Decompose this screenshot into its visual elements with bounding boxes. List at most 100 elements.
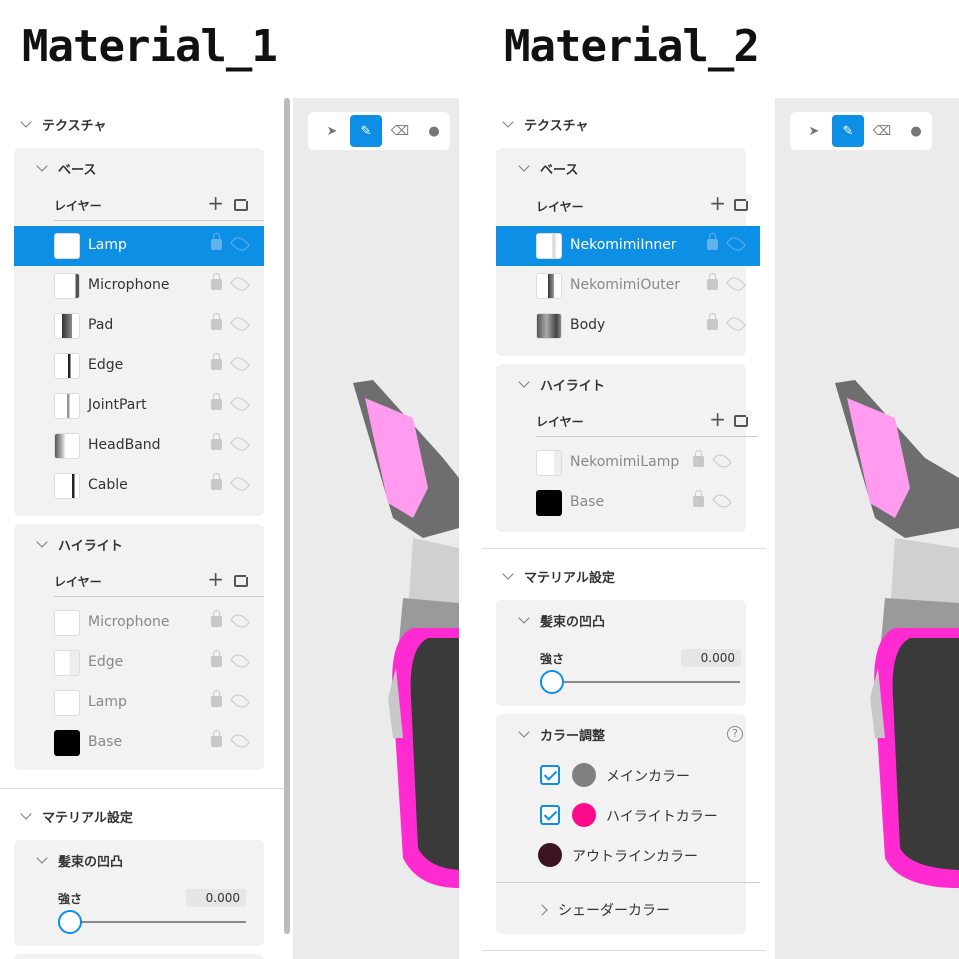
chevron-right-icon: [536, 904, 548, 916]
layer-row[interactable]: Edge: [14, 643, 264, 683]
strength-label: 強さ: [58, 892, 83, 906]
lock-icon[interactable]: [707, 233, 718, 250]
chevron-icon: [20, 116, 32, 128]
layer-row[interactable]: Edge: [14, 346, 264, 386]
strength-slider[interactable]: [58, 921, 246, 923]
highlight-color-checkbox[interactable]: [540, 805, 560, 825]
eye-off-icon[interactable]: [726, 274, 746, 294]
highlight-header[interactable]: ハイライト: [14, 524, 123, 564]
main-color-label: メインカラー: [606, 769, 690, 785]
slider-knob[interactable]: [540, 670, 564, 694]
shader-color-row[interactable]: シェーダーカラー: [536, 900, 670, 920]
chevron-icon: [518, 376, 530, 388]
layer-thumbnail: [536, 450, 562, 476]
lock-icon[interactable]: [211, 433, 222, 450]
layer-row[interactable]: Lamp: [14, 226, 264, 266]
lock-icon[interactable]: [211, 393, 222, 410]
layer-row[interactable]: Microphone: [14, 603, 264, 643]
eye-off-icon[interactable]: [726, 234, 746, 254]
hair-bump-card: 髪束の凹凸 強さ 0.000: [496, 600, 746, 706]
eye-off-icon[interactable]: [712, 491, 732, 511]
layer-thumbnail: [54, 690, 80, 716]
main-color-checkbox[interactable]: [540, 765, 560, 785]
eye-off-icon[interactable]: [230, 611, 250, 631]
help-icon[interactable]: ?: [727, 726, 743, 742]
divider: [482, 548, 766, 549]
lock-icon[interactable]: [211, 650, 222, 667]
color-adjust-header[interactable]: カラー調整: [496, 714, 605, 754]
eye-off-icon[interactable]: [230, 234, 250, 254]
plus-icon[interactable]: +: [709, 191, 726, 215]
material-settings-header[interactable]: マテリアル設定: [18, 806, 133, 826]
add-image-icon[interactable]: [234, 571, 252, 587]
add-image-icon[interactable]: [734, 195, 752, 211]
layer-row[interactable]: NekomimiOuter: [496, 266, 760, 306]
eye-off-icon[interactable]: [230, 474, 250, 494]
eye-off-icon[interactable]: [230, 651, 250, 671]
lock-icon[interactable]: [707, 313, 718, 330]
plus-icon[interactable]: +: [709, 407, 726, 431]
lock-icon[interactable]: [211, 730, 222, 747]
lock-icon[interactable]: [707, 273, 718, 290]
layer-row[interactable]: Base: [14, 723, 264, 763]
eye-off-icon[interactable]: [726, 314, 746, 334]
highlight-color-swatch[interactable]: [572, 803, 596, 827]
plus-icon[interactable]: +: [207, 567, 224, 591]
lock-icon[interactable]: [211, 313, 222, 330]
eye-off-icon[interactable]: [230, 434, 250, 454]
outline-color-swatch[interactable]: [538, 843, 562, 867]
add-image-icon[interactable]: [734, 411, 752, 427]
hair-bump-header[interactable]: 髪束の凹凸: [14, 840, 123, 880]
base-header[interactable]: ベース: [496, 148, 578, 188]
base-header[interactable]: ベース: [14, 148, 96, 188]
eye-off-icon[interactable]: [230, 394, 250, 414]
strength-slider[interactable]: [540, 681, 740, 683]
layer-row[interactable]: Base: [496, 483, 746, 523]
strength-value[interactable]: 0.000: [186, 889, 246, 907]
lock-icon[interactable]: [211, 610, 222, 627]
lock-icon[interactable]: [211, 473, 222, 490]
texture-section-header[interactable]: テクスチャ: [18, 114, 106, 134]
lock-icon[interactable]: [211, 273, 222, 290]
layer-header: レイヤー +: [54, 191, 264, 221]
slider-knob[interactable]: [58, 910, 82, 934]
lock-icon[interactable]: [693, 450, 704, 467]
texture-section-header[interactable]: テクスチャ: [500, 114, 588, 134]
scrollbar[interactable]: [284, 98, 290, 934]
layer-row[interactable]: NekomimiLamp: [496, 443, 746, 483]
layer-thumbnail: [54, 730, 80, 756]
layer-row[interactable]: Microphone: [14, 266, 264, 306]
layer-row[interactable]: NekomimiInner: [496, 226, 760, 266]
eye-off-icon[interactable]: [712, 451, 732, 471]
main-color-swatch[interactable]: [572, 763, 596, 787]
eye-off-icon[interactable]: [230, 354, 250, 374]
layer-thumbnail: [54, 433, 80, 459]
layer-row[interactable]: Pad: [14, 306, 264, 346]
lock-icon[interactable]: [211, 690, 222, 707]
layer-row[interactable]: JointPart: [14, 386, 264, 426]
hair-bump-card: 髪束の凹凸 強さ 0.000: [14, 840, 264, 946]
eye-off-icon[interactable]: [230, 731, 250, 751]
layer-row[interactable]: HeadBand: [14, 426, 264, 466]
highlight-header[interactable]: ハイライト: [496, 364, 605, 404]
layer-row[interactable]: Lamp: [14, 683, 264, 723]
eye-off-icon[interactable]: [230, 314, 250, 334]
add-image-icon[interactable]: [234, 195, 252, 211]
chevron-icon: [20, 808, 32, 820]
layer-row[interactable]: Cable: [14, 466, 264, 506]
3d-viewport-1[interactable]: ➤ ✎ ⌫ ●: [293, 98, 459, 959]
lock-icon[interactable]: [693, 490, 704, 507]
eye-off-icon[interactable]: [230, 691, 250, 711]
material-settings-header[interactable]: マテリアル設定: [500, 566, 615, 586]
eye-off-icon[interactable]: [230, 274, 250, 294]
lock-icon[interactable]: [211, 233, 222, 250]
lock-icon[interactable]: [211, 353, 222, 370]
3d-viewport-2[interactable]: ➤ ✎ ⌫ ●: [775, 98, 959, 959]
layer-header: レイヤー +: [536, 191, 758, 221]
layer-thumbnail: [536, 313, 562, 339]
layer-row[interactable]: Body: [496, 306, 760, 346]
plus-icon[interactable]: +: [207, 191, 224, 215]
hair-bump-header[interactable]: 髪束の凹凸: [496, 600, 605, 640]
layer-thumbnail: [54, 273, 80, 299]
strength-value[interactable]: 0.000: [681, 649, 741, 667]
